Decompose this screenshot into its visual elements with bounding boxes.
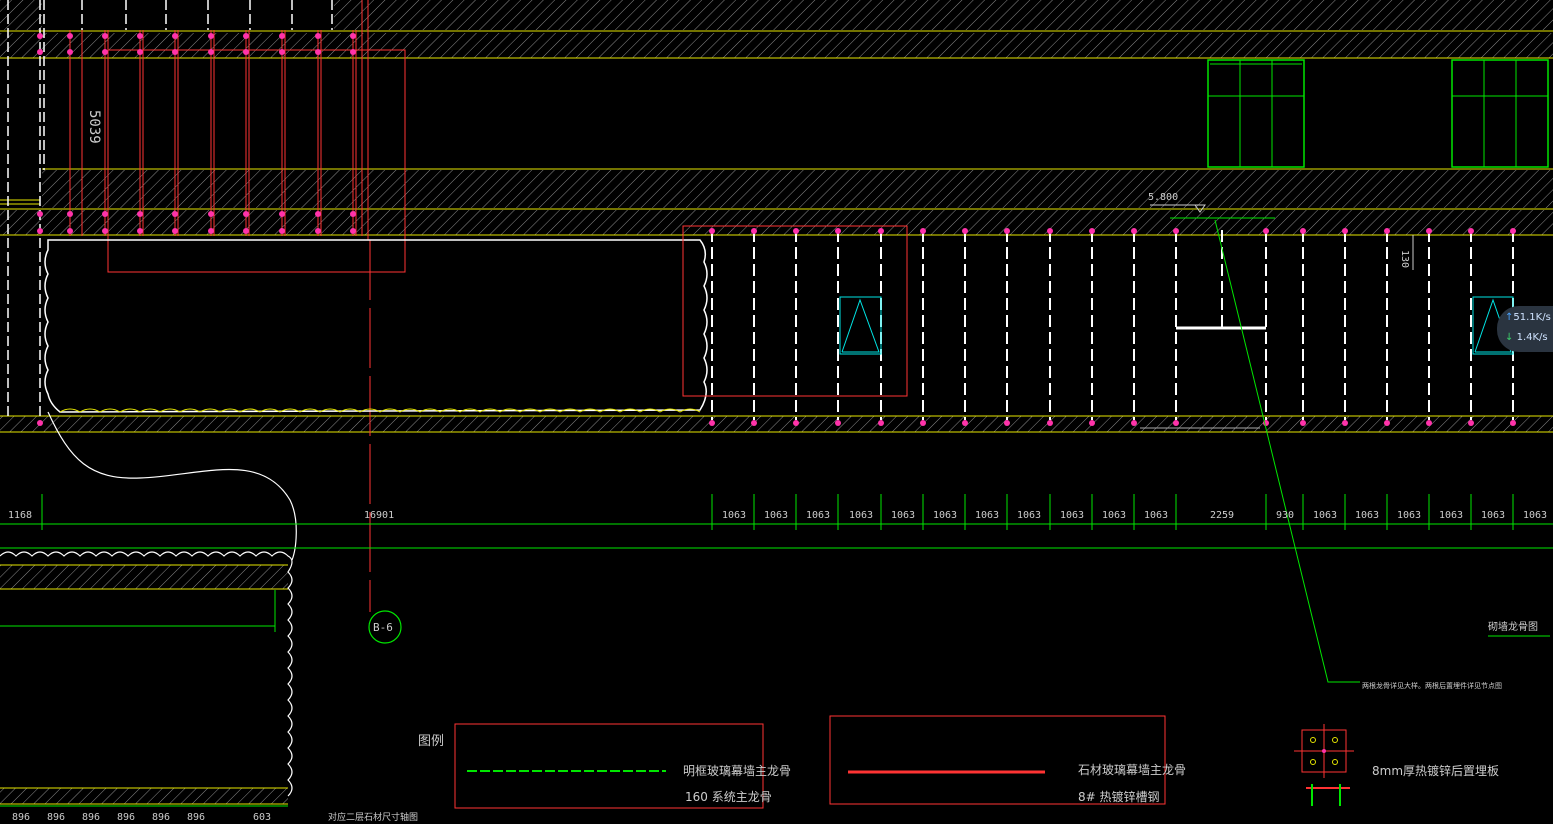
cyan-opening-1 (839, 296, 882, 355)
dim-label-panel: 1063 (975, 510, 999, 521)
dim-label-right: 1063 (1439, 510, 1463, 521)
elevation-label: 5.800 (1148, 192, 1178, 203)
dim-label-panel: 1063 (849, 510, 873, 521)
legend-item2-line1: 石材玻璃幕墙主龙骨 (1078, 763, 1186, 777)
slab-band-3 (0, 210, 1553, 235)
download-speed: ↓ 1.4K/s (1505, 332, 1548, 343)
download-value: 1.4 (1516, 332, 1533, 343)
arrow-down-icon: ↓ (1505, 332, 1514, 343)
dim-label-panel: 1063 (722, 510, 746, 521)
dim-label-panel: 1063 (1144, 510, 1168, 521)
slab-band-4 (0, 416, 1553, 432)
window-2 (1451, 59, 1549, 168)
network-speed-widget[interactable]: ↑51.1K/s ↓ 1.4K/s (1497, 306, 1553, 352)
bottom-dims: 896 896 896 896 896 896 603 (0, 805, 288, 823)
slab-band-1 (0, 33, 1553, 58)
top-left-void (42, 0, 334, 30)
leader-line-note (1214, 219, 1360, 683)
dim-label-right: 1063 (1313, 510, 1337, 521)
revision-cloud-left (44, 239, 708, 413)
dimension-labels: 1168 16901 1063 1063 1063 1063 1063 1063… (8, 510, 1547, 521)
dim-label-right: 1063 (1397, 510, 1421, 521)
vertical-dim-label: 5039 (86, 110, 102, 144)
legend-item1-line1: 明框玻璃幕墙主龙骨 (683, 764, 791, 778)
upload-unit: K/s (1535, 312, 1551, 323)
bottom-dim: 896 (47, 812, 65, 823)
hatched-slabs (0, 0, 1553, 804)
bottom-dim: 896 (117, 812, 135, 823)
embed-plate-symbol (1294, 724, 1354, 806)
dim-label-total: 16901 (364, 510, 394, 521)
dim-label-left: 1168 (8, 510, 32, 521)
legend-item2-line2: 8# 热镀锌槽钢 (1078, 790, 1160, 804)
legend: 图例 明框玻璃幕墙主龙骨 160 系统主龙骨 石材玻璃幕墙主龙骨 8# 热镀锌槽… (418, 715, 1499, 809)
bottom-dim: 896 (12, 812, 30, 823)
dim-label-panel: 1063 (806, 510, 830, 521)
dim-label-930: 930 (1276, 510, 1294, 521)
bottom-dim: 896 (152, 812, 170, 823)
upload-value: 51.1 (1513, 312, 1536, 323)
slab-band-2 (42, 170, 1553, 208)
bottom-dim: 603 (253, 812, 271, 823)
dim-label-center: 2259 (1210, 510, 1234, 521)
axis-label: B-6 (373, 621, 393, 634)
slab-left-bottom (0, 788, 288, 804)
dim-label-right: 1063 (1523, 510, 1547, 521)
legend-item1-line2: 160 系统主龙骨 (685, 790, 772, 804)
window-1 (1207, 59, 1305, 168)
axis-bubble: B-6 (368, 610, 402, 644)
dim-label-panel: 1063 (1060, 510, 1084, 521)
offset-dim-label: 130 (1399, 250, 1410, 268)
right-caption: 砌墙龙骨图 (1488, 620, 1538, 633)
white-mullions-right (711, 230, 1514, 420)
bottom-caption: 对应二层石材尺寸轴图 (328, 811, 418, 823)
legend-item3: 8mm厚热镀锌后置埋板 (1372, 764, 1499, 778)
red-mullions-left (69, 0, 406, 612)
dim-label-right: 1063 (1355, 510, 1379, 521)
dim-label-panel: 1063 (1102, 510, 1126, 521)
dim-label-panel: 1063 (933, 510, 957, 521)
dim-label-right: 1063 (1481, 510, 1505, 521)
legend-title: 图例 (418, 734, 444, 749)
leader-curve (47, 411, 297, 561)
cad-drawing-canvas[interactable]: 5039 5.800 130 1168 16901 1063 1063 1063… (0, 0, 1553, 824)
dim-label-panel: 1063 (1017, 510, 1041, 521)
bottom-dim: 896 (82, 812, 100, 823)
download-unit: K/s (1532, 332, 1548, 343)
dim-label-panel: 1063 (891, 510, 915, 521)
bottom-dim: 896 (187, 812, 205, 823)
dim-label-panel: 1063 (764, 510, 788, 521)
slab-left-lower (0, 565, 288, 589)
dimension-chain (0, 494, 1553, 549)
upload-speed: ↑51.1K/s (1505, 312, 1551, 323)
leader-note: 两根龙骨详见大样。两根后置埋件详见节点图 (1362, 681, 1502, 690)
